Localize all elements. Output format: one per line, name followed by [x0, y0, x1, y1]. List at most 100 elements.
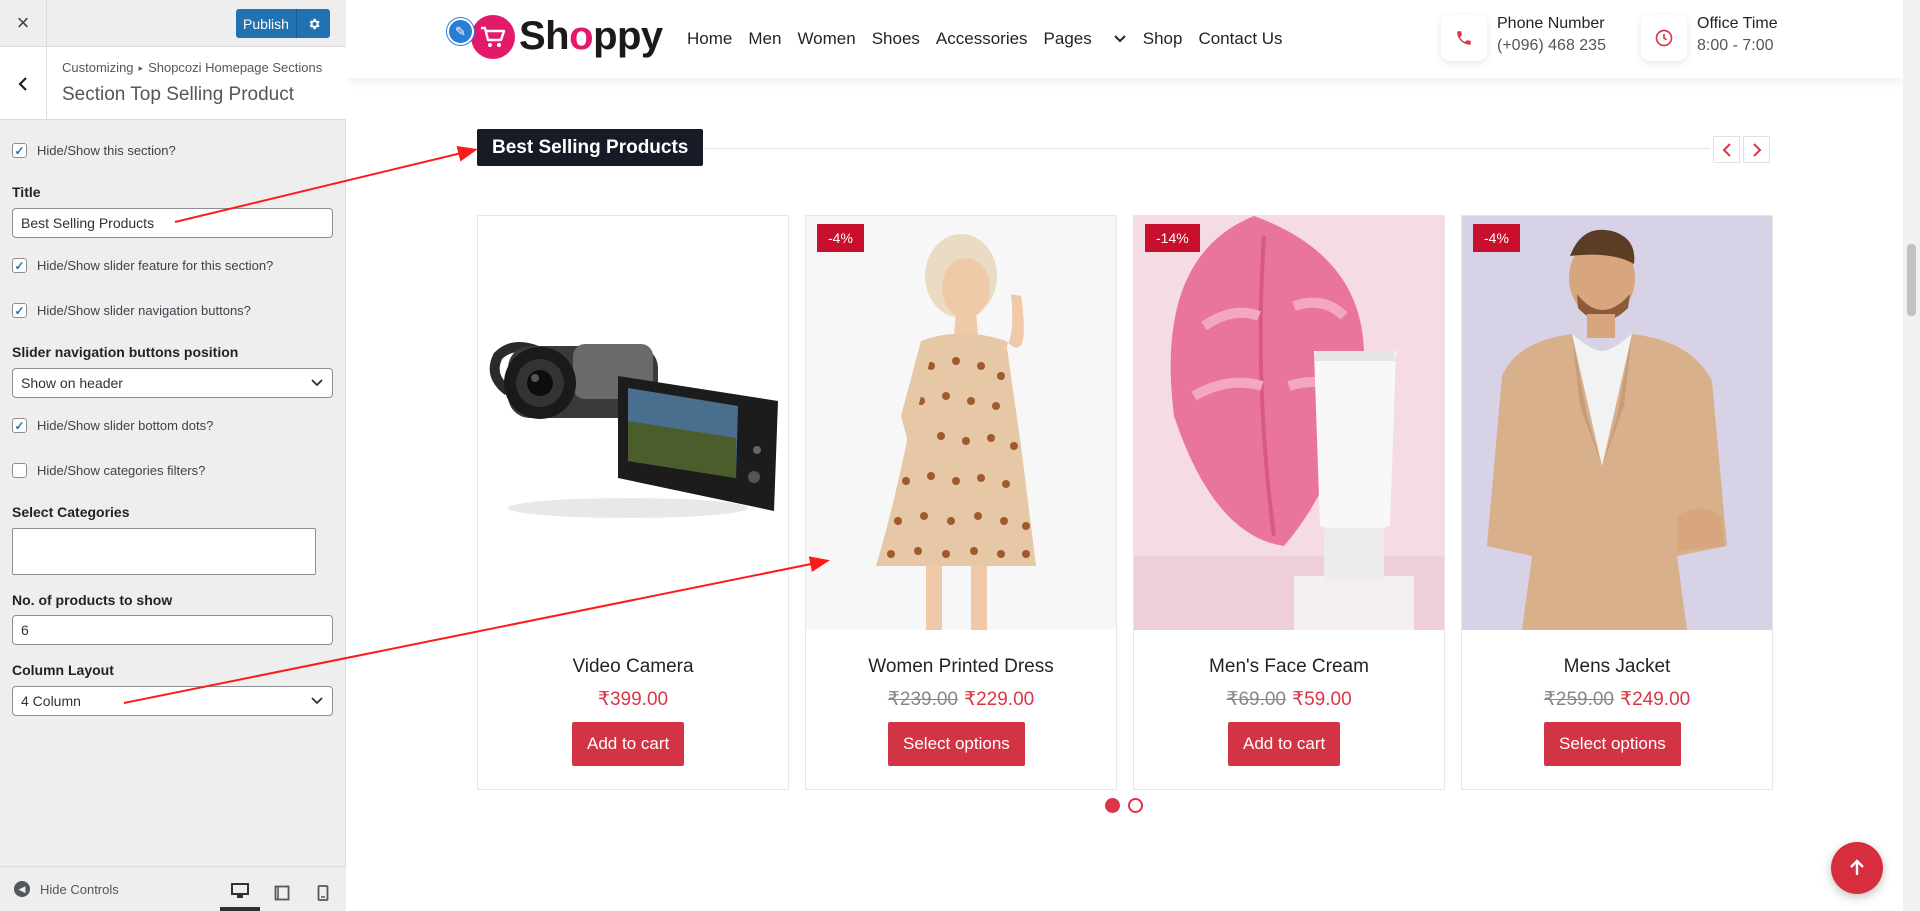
product-card[interactable]: -14% Men's Face Cream ₹69.00 ₹59.00 Add t…: [1133, 215, 1445, 790]
slider-feature-checkbox[interactable]: ✓ Hide/Show slider feature for this sect…: [12, 258, 334, 273]
select-options-button[interactable]: Select options: [1544, 722, 1681, 766]
chevron-down-icon: [311, 379, 323, 387]
nav-pages-label: Pages: [1043, 29, 1092, 48]
office-info: Office Time 8:00 - 7:00: [1641, 15, 1778, 61]
product-card[interactable]: -4% Women Printed Dress ₹239.00 ₹229.00 …: [805, 215, 1117, 790]
publish-button[interactable]: Publish: [236, 9, 296, 38]
hide-controls-button[interactable]: ◀ Hide Controls: [14, 881, 119, 897]
product-image[interactable]: [1134, 216, 1444, 630]
select-options-button[interactable]: Select options: [888, 722, 1025, 766]
slider-dots-checkbox[interactable]: ✓ Hide/Show slider bottom dots?: [12, 418, 334, 433]
nav-shoes[interactable]: Shoes: [872, 29, 920, 49]
product-image[interactable]: [806, 216, 1116, 630]
discount-badge: -4%: [1473, 224, 1520, 252]
product-price: ₹399.00: [478, 688, 788, 711]
mobile-icon: [317, 885, 329, 901]
edit-pencil-icon[interactable]: ✎: [447, 18, 474, 45]
customizer-sidebar: × Publish Customizing ▸ Shopcozi Homepage …: [0, 0, 346, 911]
back-to-top-button[interactable]: [1831, 842, 1883, 894]
product-card[interactable]: Video Camera ₹399.00 Add to cart: [477, 215, 789, 790]
show-section-checkbox[interactable]: ✓ Hide/Show this section?: [12, 143, 334, 158]
nav-women[interactable]: Women: [797, 29, 855, 49]
product-image[interactable]: [478, 216, 788, 630]
product-price: ₹239.00 ₹229.00: [806, 688, 1116, 711]
discount-badge: -14%: [1145, 224, 1200, 252]
publish-group: Publish: [236, 9, 330, 38]
product-current-price: ₹229.00: [964, 689, 1035, 710]
select-categories-input[interactable]: [12, 528, 316, 575]
device-desktop-button[interactable]: [220, 875, 260, 911]
chevron-down-icon: [1114, 35, 1126, 43]
product-name[interactable]: Men's Face Cream: [1134, 656, 1444, 678]
checkbox-checked-icon[interactable]: ✓: [12, 303, 27, 318]
tablet-icon: [274, 885, 290, 901]
device-tablet-button[interactable]: [262, 875, 302, 911]
product-image[interactable]: [1462, 216, 1772, 630]
nav-shop[interactable]: Shop: [1143, 29, 1183, 49]
add-to-cart-button[interactable]: Add to cart: [572, 722, 685, 766]
close-customizer-button[interactable]: ×: [0, 0, 47, 46]
show-section-label: Hide/Show this section?: [37, 143, 176, 158]
gear-icon: [309, 18, 320, 29]
product-old-price: ₹69.00: [1226, 689, 1286, 710]
nav-pages[interactable]: Pages: [1044, 29, 1127, 49]
slider-nav-label: Hide/Show slider navigation buttons?: [37, 303, 251, 318]
section-divider: [705, 148, 1710, 149]
select-categories-label: Select Categories: [12, 504, 130, 520]
office-label: Office Time: [1697, 15, 1778, 32]
office-value: 8:00 - 7:00: [1697, 37, 1774, 54]
product-current-price: ₹399.00: [597, 689, 669, 710]
publish-settings-button[interactable]: [296, 9, 330, 38]
video-camera-image: [478, 216, 788, 630]
slider-dot-active[interactable]: [1105, 798, 1120, 813]
product-current-price: ₹59.00: [1292, 689, 1352, 710]
breadcrumb-root: Customizing: [62, 60, 134, 75]
phone-value: (+096) 468 235: [1497, 37, 1606, 54]
title-label: Title: [12, 184, 41, 200]
product-name[interactable]: Women Printed Dress: [806, 656, 1116, 678]
product-card[interactable]: -4% Mens Jacket ₹259.00 ₹249.00 Select op…: [1461, 215, 1773, 790]
column-layout-label: Column Layout: [12, 662, 114, 678]
column-layout-value: 4 Column: [21, 693, 81, 709]
back-button[interactable]: [0, 47, 47, 120]
slider-next-button[interactable]: [1743, 136, 1770, 163]
checkbox-unchecked-icon[interactable]: [12, 463, 27, 478]
checkbox-checked-icon[interactable]: ✓: [12, 418, 27, 433]
checkbox-checked-icon[interactable]: ✓: [12, 258, 27, 273]
customizer-footer: ◀ Hide Controls: [0, 866, 346, 911]
category-filters-label: Hide/Show categories filters?: [37, 463, 206, 478]
scrollbar-thumb[interactable]: [1907, 244, 1916, 316]
nav-position-select[interactable]: Show on header: [12, 368, 333, 398]
product-name[interactable]: Mens Jacket: [1462, 656, 1772, 678]
breadcrumb: Customizing ▸ Shopcozi Homepage Sections: [62, 60, 322, 75]
slider-dots-label: Hide/Show slider bottom dots?: [37, 418, 214, 433]
desktop-icon: [231, 883, 249, 898]
site-preview: ✎ Shoppy Home Men Women Shoes Accessorie…: [347, 0, 1920, 911]
slider-prev-button[interactable]: [1713, 136, 1740, 163]
scrollbar-track[interactable]: [1903, 0, 1920, 911]
device-mobile-button[interactable]: [303, 875, 343, 911]
product-name[interactable]: Video Camera: [478, 656, 788, 678]
site-logo[interactable]: ✎ Shoppy: [447, 14, 663, 59]
chevron-left-icon: [1722, 142, 1731, 157]
nav-accessories[interactable]: Accessories: [936, 29, 1028, 49]
customizer-header: × Publish: [0, 0, 346, 47]
shopping-cart-icon: [471, 14, 515, 59]
product-price: ₹69.00 ₹59.00: [1134, 688, 1444, 711]
nav-men[interactable]: Men: [748, 29, 781, 49]
add-to-cart-button[interactable]: Add to cart: [1228, 722, 1341, 766]
breadcrumb-separator-icon: ▸: [138, 63, 144, 73]
nav-contact[interactable]: Contact Us: [1198, 29, 1282, 49]
slider-dot[interactable]: [1128, 798, 1143, 813]
products-count-input[interactable]: 6: [12, 615, 333, 645]
title-input[interactable]: Best Selling Products: [12, 208, 333, 238]
checkbox-checked-icon[interactable]: ✓: [12, 143, 27, 158]
slider-nav-checkbox[interactable]: ✓ Hide/Show slider navigation buttons?: [12, 303, 334, 318]
arrow-up-icon: [1850, 859, 1864, 875]
nav-home[interactable]: Home: [687, 29, 732, 49]
slider-feature-label: Hide/Show slider feature for this sectio…: [37, 258, 274, 273]
section-title: Best Selling Products: [477, 129, 704, 166]
column-layout-select[interactable]: 4 Column: [12, 686, 333, 716]
category-filters-checkbox[interactable]: Hide/Show categories filters?: [12, 463, 334, 478]
logo-text: Shoppy: [519, 14, 663, 58]
